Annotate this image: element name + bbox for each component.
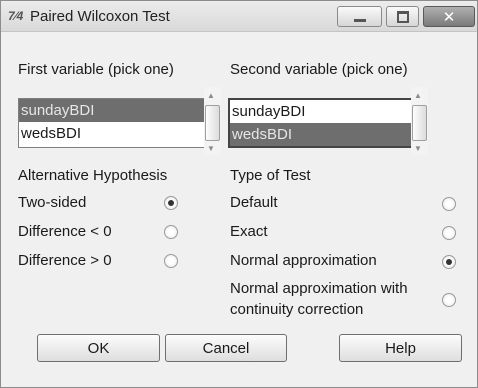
list-item[interactable]: sundayBDI <box>230 100 413 123</box>
first-variable-list[interactable]: sundayBDI wedsBDI <box>18 98 205 148</box>
second-variable-label: Second variable (pick one) <box>230 61 408 78</box>
maximize-button[interactable] <box>386 6 419 27</box>
minimize-icon <box>353 19 366 22</box>
option-continuity-label-line2: continuity correction <box>230 301 364 318</box>
minimize-button[interactable] <box>337 6 382 27</box>
ok-button[interactable]: OK <box>37 334 160 362</box>
radio-normal[interactable] <box>442 255 456 269</box>
option-normal-label: Normal approximation <box>230 252 377 269</box>
window-title: Paired Wilcoxon Test <box>30 8 170 25</box>
radio-continuity[interactable] <box>442 293 456 307</box>
close-button[interactable]: ✕ <box>423 6 475 27</box>
option-continuity-label-line1: Normal approximation with <box>230 280 408 297</box>
scroll-thumb[interactable] <box>205 105 220 141</box>
option-two-sided-label: Two-sided <box>18 194 87 211</box>
maximize-icon <box>396 10 409 23</box>
alternative-hypothesis-label: Alternative Hypothesis <box>18 167 168 184</box>
cancel-button[interactable]: Cancel <box>165 334 287 362</box>
radio-greater[interactable] <box>164 254 178 268</box>
option-default-label: Default <box>230 194 278 211</box>
second-variable-scrollbar[interactable]: ▲ ▼ <box>411 87 428 155</box>
title-bar[interactable]: 7⁄4 Paired Wilcoxon Test ✕ <box>1 1 477 32</box>
radio-checked-dot <box>168 200 174 206</box>
scroll-down-icon[interactable]: ▼ <box>414 144 422 153</box>
close-icon: ✕ <box>442 7 456 26</box>
radio-checked-dot <box>446 259 452 265</box>
app-icon: 7⁄4 <box>8 9 24 23</box>
option-greater-label: Difference > 0 <box>18 252 112 269</box>
help-button[interactable]: Help <box>339 334 462 362</box>
option-exact-label: Exact <box>230 223 268 240</box>
type-of-test-label: Type of Test <box>230 167 311 184</box>
list-item[interactable]: wedsBDI <box>19 122 204 145</box>
second-variable-list[interactable]: sundayBDI wedsBDI <box>228 98 415 148</box>
list-item[interactable]: sundayBDI <box>19 99 204 122</box>
radio-default[interactable] <box>442 197 456 211</box>
radio-exact[interactable] <box>442 226 456 240</box>
scroll-up-icon[interactable]: ▲ <box>207 91 215 100</box>
list-item[interactable]: wedsBDI <box>230 123 413 146</box>
radio-two-sided[interactable] <box>164 196 178 210</box>
first-variable-label: First variable (pick one) <box>18 61 174 78</box>
first-variable-scrollbar[interactable]: ▲ ▼ <box>204 87 221 155</box>
scroll-up-icon[interactable]: ▲ <box>414 91 422 100</box>
radio-less[interactable] <box>164 225 178 239</box>
option-less-label: Difference < 0 <box>18 223 112 240</box>
dialog-window: 7⁄4 Paired Wilcoxon Test ✕ First variabl… <box>0 0 478 388</box>
scroll-thumb[interactable] <box>412 105 427 141</box>
scroll-down-icon[interactable]: ▼ <box>207 144 215 153</box>
